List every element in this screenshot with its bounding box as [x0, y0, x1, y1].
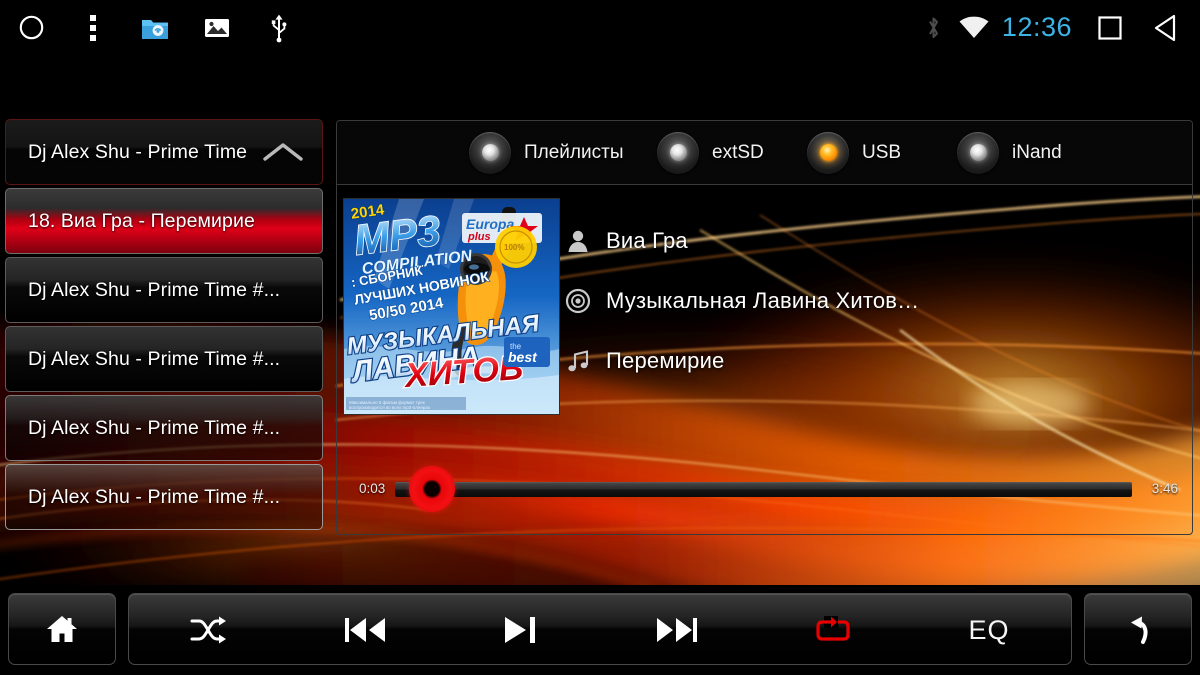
status-bar: 12:36	[0, 0, 1200, 55]
progress-thumb[interactable]	[409, 466, 455, 512]
album-name: Музыкальная Лавина Хитов…	[606, 288, 920, 313]
music-note-icon	[565, 348, 599, 374]
usb-icon[interactable]	[248, 0, 310, 55]
repeat-button[interactable]	[773, 594, 893, 666]
source-label: iNand	[1012, 141, 1062, 163]
playlist-item-label: Dj Alex Shu - Prime Time #...	[28, 416, 281, 439]
home-circle-icon[interactable]	[0, 0, 62, 55]
source-led-icon	[957, 131, 999, 174]
source-label: Плейлисты	[524, 141, 624, 163]
playlist-item[interactable]: Dj Alex Shu - Prime Time #...	[5, 326, 323, 392]
play-pause-button[interactable]	[461, 594, 581, 666]
playlist-item-label: Dj Alex Shu - Prime Time #...	[28, 278, 281, 301]
current-time-label: 0:03	[359, 481, 386, 496]
source-playlists[interactable]: Плейлисты	[469, 131, 624, 174]
album-cover-image: 2014 MP3 COMPILATION Europa plus 100%: …	[344, 199, 559, 414]
equalizer-label: EQ	[968, 614, 1010, 645]
playlist-item-selected[interactable]: 18. Виа Гра - Перемирие	[5, 188, 323, 254]
file-manager-icon[interactable]	[124, 0, 186, 55]
track-title: Перемирие	[606, 348, 725, 373]
source-usb[interactable]: USB	[807, 131, 902, 174]
playback-controls-group: EQ	[128, 593, 1072, 665]
source-label: extSD	[712, 141, 764, 163]
shuffle-button[interactable]	[149, 594, 269, 666]
back-triangle-icon[interactable]	[1138, 0, 1194, 55]
svg-text:plus: plus	[467, 231, 491, 243]
next-track-icon	[656, 616, 698, 644]
source-led-icon	[657, 131, 699, 174]
next-button[interactable]	[617, 594, 737, 666]
progress-track[interactable]	[395, 482, 1132, 497]
source-selector-bar: Плейлисты extSD USB iNand	[337, 121, 1192, 185]
playlist-item[interactable]: Dj Alex Shu - Prime Time #...	[5, 257, 323, 323]
eq-button[interactable]: EQ	[929, 594, 1049, 666]
player-body: 2014 MP3 COMPILATION Europa plus 100%: …	[337, 185, 1192, 534]
disc-icon	[565, 288, 599, 314]
source-extsd[interactable]: extSD	[657, 131, 764, 174]
play-pause-icon	[502, 615, 540, 645]
chevron-up-icon[interactable]	[262, 141, 304, 163]
home-button[interactable]	[8, 593, 116, 665]
overflow-menu-icon[interactable]	[62, 0, 124, 55]
back-arrow-icon	[1122, 613, 1154, 645]
back-button[interactable]	[1084, 593, 1192, 665]
svg-text:best: best	[508, 349, 538, 365]
repeat-icon	[812, 613, 854, 647]
person-icon	[565, 228, 599, 254]
recents-square-icon[interactable]	[1082, 0, 1138, 55]
previous-button[interactable]	[305, 594, 425, 666]
svg-text:воспроизводится во всех mp3-пл: воспроизводится во всех mp3-плеерах	[349, 405, 431, 410]
source-inand[interactable]: iNand	[957, 131, 1062, 174]
playlist-header-label: Dj Alex Shu - Prime Time	[28, 140, 248, 163]
metadata-artist-row: Виа Гра	[565, 211, 1165, 271]
metadata-album-row: Музыкальная Лавина Хитов…	[565, 271, 1165, 331]
status-bar-left-icons	[0, 0, 310, 55]
metadata-title-row: Перемирие	[565, 331, 1165, 391]
previous-track-icon	[344, 616, 386, 644]
playlist-item[interactable]: Dj Alex Shu - Prime Time #...	[5, 464, 323, 530]
artist-name: Виа Гра	[606, 228, 688, 253]
status-bar-clock: 12:36	[1001, 12, 1072, 42]
playlist-header-row[interactable]: Dj Alex Shu - Prime Time	[5, 119, 323, 185]
playlist-item-label: 18. Виа Гра - Перемирие	[28, 209, 255, 232]
bluetooth-icon	[916, 15, 952, 41]
svg-text:100%: 100%	[504, 243, 524, 252]
playlist-item-label: Dj Alex Shu - Prime Time #...	[28, 485, 281, 508]
playlist-item[interactable]: Dj Alex Shu - Prime Time #...	[5, 395, 323, 461]
total-time-label: 3:46	[1151, 481, 1178, 496]
bottom-control-bar: EQ	[0, 585, 1200, 675]
status-bar-right: 12:36	[916, 0, 1194, 55]
home-icon	[46, 614, 78, 644]
wifi-icon	[952, 16, 996, 40]
progress-bar[interactable]: 0:03 3:46	[351, 466, 1182, 512]
player-panel: Плейлисты extSD USB iNand 2014 MP3 COMPI…	[336, 120, 1193, 535]
source-led-icon	[469, 131, 511, 174]
track-metadata: Виа Гра Музыкальная Лавина Хитов… Переми…	[565, 211, 1165, 391]
playlist-item-label: Dj Alex Shu - Prime Time #...	[28, 347, 281, 370]
album-art[interactable]: 2014 MP3 COMPILATION Europa plus 100%: …	[343, 198, 560, 415]
playlist-sidebar[interactable]: Dj Alex Shu - Prime Time 18. Виа Гра - П…	[5, 119, 323, 533]
shuffle-icon	[190, 615, 228, 645]
source-led-icon-active	[807, 131, 849, 174]
source-label: USB	[862, 141, 902, 163]
gallery-icon[interactable]	[186, 0, 248, 55]
